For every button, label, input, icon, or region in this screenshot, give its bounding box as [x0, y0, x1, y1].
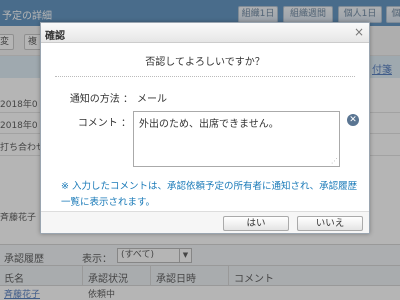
comment-label: コメント ： [77, 118, 131, 129]
dialog-title: 確認 [45, 31, 65, 42]
divider [55, 76, 355, 77]
close-icon[interactable]: × [354, 25, 364, 39]
notify-method-label: 通知の方法 ： [69, 94, 133, 105]
comment-value: 外出のため、出席できません。 [139, 119, 279, 130]
notify-method-value: メール [137, 94, 167, 105]
confirm-dialog: 確認 × 否認してよろしいですか？ 通知の方法 ： メール コメント ： 外出の… [40, 22, 370, 234]
dialog-titlebar[interactable]: 確認 × [41, 23, 369, 43]
no-button[interactable]: いいえ [297, 216, 363, 231]
confirm-question: 否認してよろしいですか？ [145, 57, 265, 68]
comment-notice: ※ 入力したコメントは、承認依頼予定の所有者に通知され、承認履歴一覧に表示されま… [61, 181, 358, 208]
resize-grip-icon[interactable]: ⋰ [331, 157, 338, 165]
comment-textarea[interactable]: 外出のため、出席できません。 ⋰ [133, 111, 340, 167]
clear-icon[interactable]: ✕ [347, 114, 359, 126]
dialog-footer: はい いいえ [41, 211, 369, 233]
yes-button[interactable]: はい [223, 216, 289, 231]
